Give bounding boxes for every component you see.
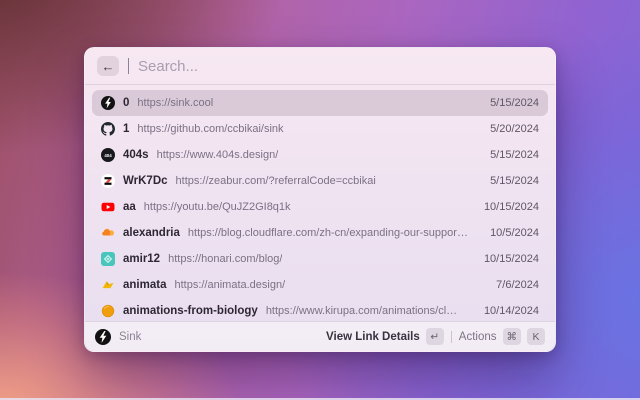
command-palette: ← Search... 0 https://sink.cool 5/15/202…: [84, 47, 556, 352]
footer-bar: Sink View Link Details ↵ Actions ⌘ K: [85, 321, 555, 351]
cmd-keycap: ⌘: [503, 328, 522, 345]
github-icon: [101, 122, 115, 136]
cloudflare-icon: [101, 226, 115, 240]
link-slug: 0: [123, 97, 129, 109]
link-date: 7/6/2024: [496, 279, 539, 291]
link-date: 10/14/2024: [484, 305, 539, 317]
link-row[interactable]: aa https://youtu.be/QuJZ2GI8q1k 10/15/20…: [92, 194, 548, 220]
link-row[interactable]: animata https://animata.design/ 7/6/2024: [92, 272, 548, 298]
link-slug: 404s: [123, 149, 149, 161]
youtube-icon: [101, 200, 115, 214]
enter-keycap: ↵: [426, 328, 444, 345]
honari-icon: [101, 252, 115, 266]
link-date: 10/5/2024: [490, 227, 539, 239]
view-link-details-button[interactable]: View Link Details ↵: [326, 328, 444, 345]
link-slug: animations-from-biology: [123, 305, 258, 317]
actions-label: Actions: [459, 331, 497, 343]
link-url: https://www.kirupa.com/animations/cluste…: [266, 305, 462, 317]
desktop-background: ← Search... 0 https://sink.cool 5/15/202…: [0, 0, 640, 400]
arrow-left-icon: ←: [102, 60, 115, 73]
link-date: 5/15/2024: [490, 175, 539, 187]
link-list: 0 https://sink.cool 5/15/2024 1 https://…: [85, 85, 555, 321]
text-cursor: [128, 58, 129, 74]
link-row[interactable]: WrK7Dc https://zeabur.com/?referralCode=…: [92, 168, 548, 194]
link-date: 10/15/2024: [484, 201, 539, 213]
link-slug: animata: [123, 279, 166, 291]
footer-divider: [451, 331, 452, 343]
link-row[interactable]: animations-from-biology https://www.kiru…: [92, 298, 548, 321]
link-url: https://zeabur.com/?referralCode=ccbikai: [176, 175, 376, 187]
link-url: https://honari.com/blog/: [168, 253, 282, 265]
zeabur-icon: [101, 174, 115, 188]
animata-icon: [101, 278, 115, 292]
svg-text:404: 404: [104, 153, 112, 158]
actions-button[interactable]: Actions ⌘ K: [459, 328, 545, 345]
link-slug: amir12: [123, 253, 160, 265]
link-slug: alexandria: [123, 227, 180, 239]
link-url: https://github.com/ccbikai/sink: [137, 123, 283, 135]
link-url: https://www.404s.design/: [157, 149, 279, 161]
link-date: 5/15/2024: [490, 97, 539, 109]
link-row[interactable]: alexandria https://blog.cloudflare.com/z…: [92, 220, 548, 246]
link-date: 5/15/2024: [490, 149, 539, 161]
link-slug: aa: [123, 201, 136, 213]
link-row[interactable]: 0 https://sink.cool 5/15/2024: [92, 90, 548, 116]
k-keycap: K: [527, 328, 545, 345]
back-button[interactable]: ←: [97, 56, 119, 76]
link-slug: WrK7Dc: [123, 175, 168, 187]
link-row[interactable]: 1 https://github.com/ccbikai/sink 5/20/2…: [92, 116, 548, 142]
link-url: https://sink.cool: [137, 97, 213, 109]
kirupa-icon: [101, 304, 115, 318]
link-row[interactable]: 404 404s https://www.404s.design/ 5/15/2…: [92, 142, 548, 168]
link-date: 10/15/2024: [484, 253, 539, 265]
link-url: https://blog.cloudflare.com/zh-cn/expand…: [188, 227, 468, 239]
link-row[interactable]: amir12 https://honari.com/blog/ 10/15/20…: [92, 246, 548, 272]
search-bar: ← Search...: [85, 48, 555, 85]
sink-bolt-icon: [101, 96, 115, 110]
app-name: Sink: [119, 331, 141, 343]
sink-bolt-icon: [95, 329, 111, 345]
link-url: https://animata.design/: [174, 279, 285, 291]
link-slug: 1: [123, 123, 129, 135]
search-input[interactable]: Search...: [138, 58, 198, 75]
link-date: 5/20/2024: [490, 123, 539, 135]
404s-icon: 404: [101, 148, 115, 162]
link-url: https://youtu.be/QuJZ2GI8q1k: [144, 201, 291, 213]
view-link-details-label: View Link Details: [326, 331, 420, 343]
